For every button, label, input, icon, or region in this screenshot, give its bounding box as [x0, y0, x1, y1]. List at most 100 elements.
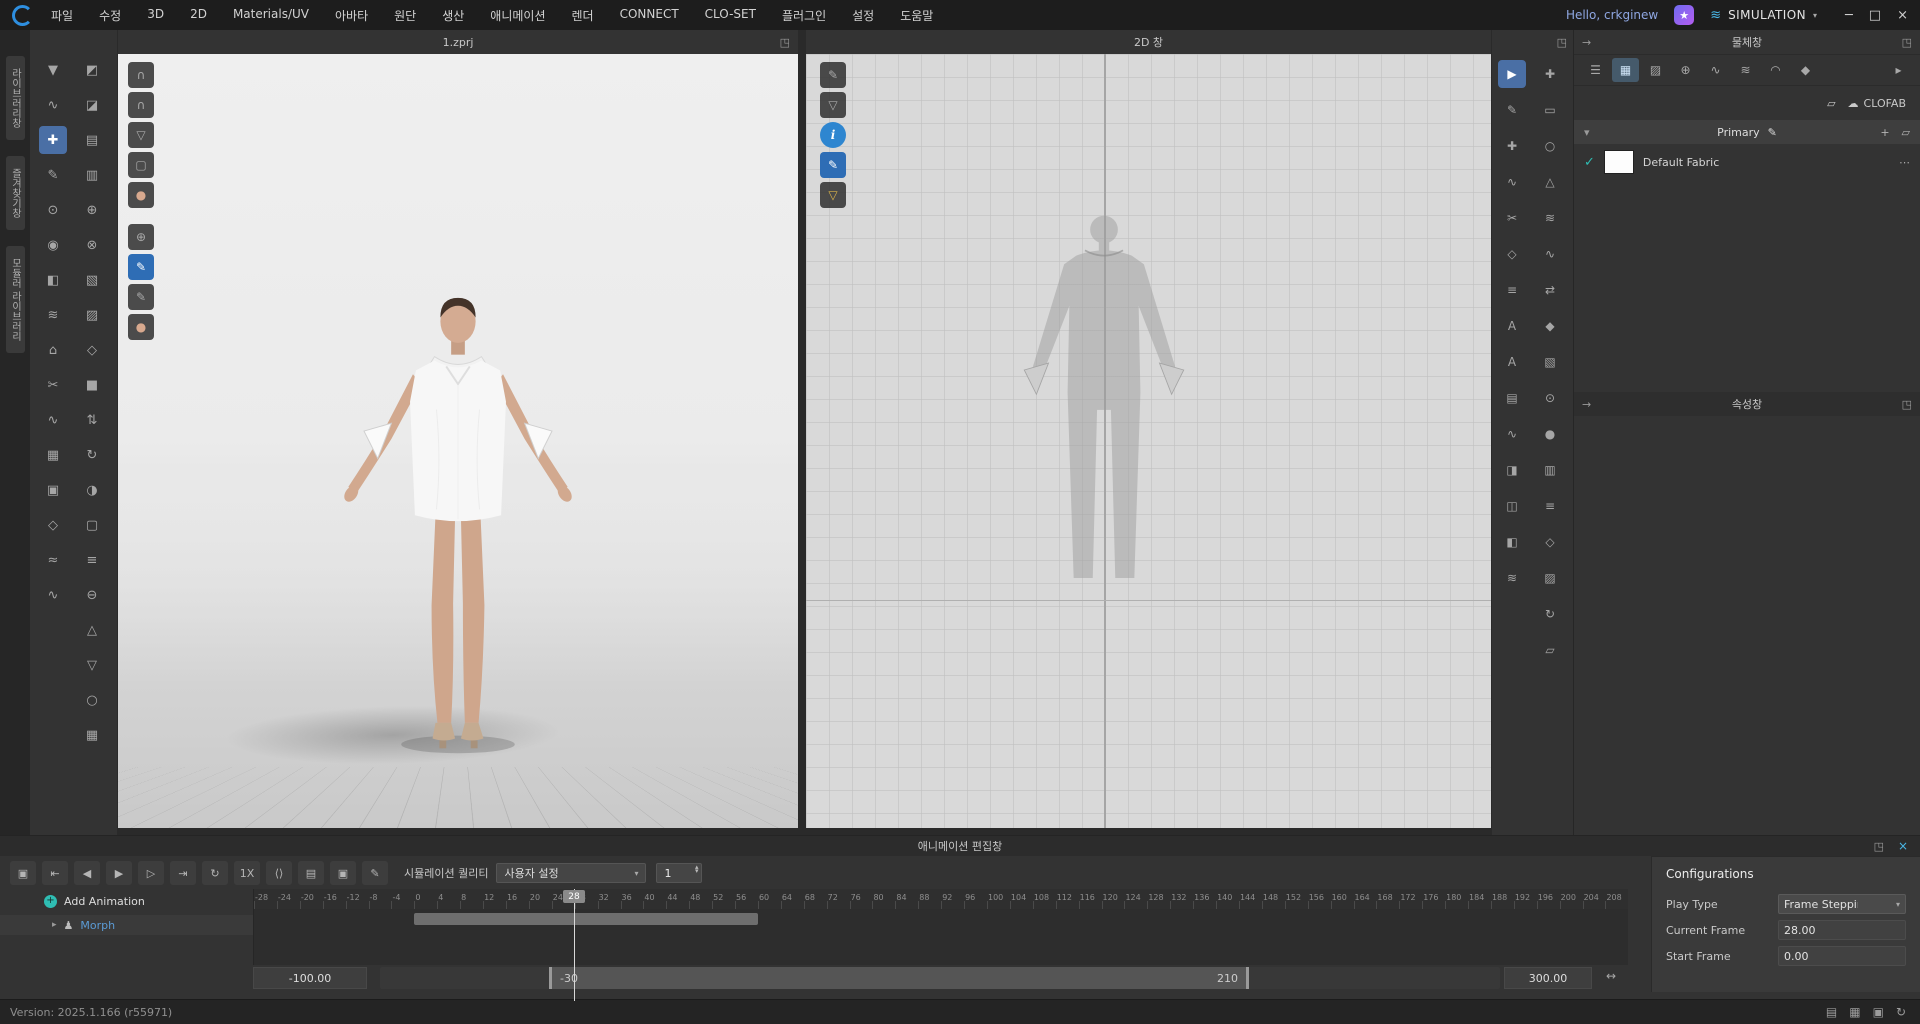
- timeline-range-track[interactable]: -30 210: [380, 967, 1500, 989]
- rect-pattern-icon[interactable]: ▭: [1536, 96, 1564, 124]
- pattern-text-icon[interactable]: A: [1498, 348, 1526, 376]
- layout-grid-icon[interactable]: ▦: [1849, 1005, 1860, 1019]
- timeline-ruler[interactable]: -28-24-20-16-12-8-4048121620242832364044…: [253, 889, 1628, 909]
- notch-tool-icon[interactable]: ≡: [1498, 276, 1526, 304]
- menu-item[interactable]: 설정: [852, 7, 874, 24]
- layer-view-icon[interactable]: ⇅: [78, 406, 106, 434]
- menu-item[interactable]: CLO-SET: [705, 7, 756, 24]
- range-max-input[interactable]: 300.00: [1504, 967, 1592, 989]
- minimize-button[interactable]: ─: [1845, 8, 1853, 23]
- repeat-icon[interactable]: ↻: [202, 861, 228, 885]
- fit-range-icon[interactable]: ↔: [1606, 969, 1616, 983]
- grid-view-icon[interactable]: ▦: [78, 721, 106, 749]
- text-editor-icon[interactable]: ▤: [1826, 1005, 1837, 1019]
- capture-image-icon[interactable]: ▤: [298, 861, 324, 885]
- mirror-tool-icon[interactable]: ◫: [1498, 492, 1526, 520]
- menu-item[interactable]: 애니메이션: [490, 7, 545, 24]
- start-frame-input[interactable]: 0.00: [1778, 946, 1906, 966]
- menu-item[interactable]: 원단: [394, 7, 416, 24]
- tape-icon[interactable]: ▱: [1536, 636, 1564, 664]
- dot-icon[interactable]: ●: [1536, 420, 1564, 448]
- snap-grid-icon[interactable]: ▣: [1873, 1005, 1884, 1019]
- triangle-view-icon[interactable]: △: [78, 616, 106, 644]
- steam-tool-icon[interactable]: ∿: [39, 581, 67, 609]
- stress-view-icon[interactable]: ⊗: [78, 231, 106, 259]
- go-to-end-icon[interactable]: ⇥: [170, 861, 196, 885]
- hanger-tool-icon[interactable]: ◇: [39, 511, 67, 539]
- dock-icon[interactable]: ◳: [780, 36, 790, 49]
- close-button[interactable]: ×: [1897, 8, 1908, 23]
- wrinkle-tool-icon[interactable]: ≈: [39, 546, 67, 574]
- add-animation-button[interactable]: + Add Animation: [0, 891, 253, 911]
- pen-tool-icon[interactable]: ✎: [39, 161, 67, 189]
- pin-tool-icon[interactable]: ⊙: [39, 196, 67, 224]
- more-options-icon[interactable]: ⋯: [1899, 156, 1910, 169]
- section-caret-icon[interactable]: ▾: [1584, 126, 1590, 139]
- lines-icon[interactable]: ≡: [1536, 492, 1564, 520]
- add-fabric-icon[interactable]: +: [1880, 126, 1889, 139]
- menu-item[interactable]: CONNECT: [620, 7, 679, 24]
- menu-item[interactable]: 수정: [99, 7, 121, 24]
- simulate-icon[interactable]: ▼: [39, 56, 67, 84]
- dart-tool-icon[interactable]: ◇: [1498, 240, 1526, 268]
- tack-tool-icon[interactable]: ◉: [39, 231, 67, 259]
- bag-tool-icon[interactable]: ▣: [39, 476, 67, 504]
- sync-icon[interactable]: ↻: [1896, 1005, 1906, 1019]
- collapse-arrow-icon[interactable]: →: [1582, 36, 1591, 49]
- edit-pattern-icon[interactable]: ✎: [1498, 96, 1526, 124]
- menu-item[interactable]: 도움말: [900, 7, 933, 24]
- scene-list-icon[interactable]: ☰: [1582, 58, 1609, 82]
- folder-icon[interactable]: ▱: [1902, 126, 1910, 139]
- menu-item[interactable]: Materials/UV: [233, 7, 309, 24]
- dock-tab[interactable]: 라이브러리창: [6, 56, 25, 140]
- text-tool-icon[interactable]: A: [1498, 312, 1526, 340]
- show-hat-icon[interactable]: ∩: [128, 62, 154, 88]
- close-icon[interactable]: ×: [1898, 839, 1908, 853]
- dock-tab[interactable]: 모듈러 라이브러리: [6, 246, 25, 353]
- list-view-icon[interactable]: ≡: [78, 546, 106, 574]
- record-animation-icon[interactable]: ▣: [10, 861, 36, 885]
- texture-tool-icon[interactable]: ▦: [39, 441, 67, 469]
- mesh-view-icon[interactable]: ▤: [78, 126, 106, 154]
- ai-assistant-icon[interactable]: ★: [1674, 5, 1694, 25]
- dock-icon[interactable]: ◳: [1902, 36, 1912, 49]
- menu-item[interactable]: 생산: [442, 7, 464, 24]
- avatar-pose-icon[interactable]: ∿: [39, 91, 67, 119]
- menu-item[interactable]: 3D: [147, 7, 164, 24]
- gold-garment-icon[interactable]: ▽: [820, 182, 846, 208]
- menu-item[interactable]: 아바타: [335, 7, 368, 24]
- thickness-view-icon[interactable]: ⊕: [78, 196, 106, 224]
- garment-outline-icon[interactable]: ▽: [820, 92, 846, 118]
- go-to-start-icon[interactable]: ⇤: [42, 861, 68, 885]
- avatar-body-icon[interactable]: ●: [128, 314, 154, 340]
- down-view-icon[interactable]: ▽: [78, 651, 106, 679]
- add-folder-icon[interactable]: ▱: [1827, 97, 1835, 110]
- substep-input[interactable]: 1 ▴ ▾: [656, 863, 702, 883]
- rotate-icon[interactable]: ↻: [1536, 600, 1564, 628]
- surface-view-icon[interactable]: ▥: [78, 161, 106, 189]
- seam-tool-icon[interactable]: ∿: [1498, 420, 1526, 448]
- paint-brush-icon[interactable]: ✎: [128, 254, 154, 280]
- menu-item[interactable]: 플러그인: [782, 7, 826, 24]
- fold-tool-icon[interactable]: ◧: [39, 266, 67, 294]
- seamline-icon[interactable]: ≋: [1536, 204, 1564, 232]
- target-icon[interactable]: ⊙: [1536, 384, 1564, 412]
- scroll-right-icon[interactable]: ▸: [1885, 58, 1912, 82]
- fabric-section-header[interactable]: ▾ Primary ✎ + ▱: [1574, 120, 1920, 144]
- collapse-arrow-icon[interactable]: →: [1582, 398, 1591, 411]
- transform-icon[interactable]: ✚: [1536, 60, 1564, 88]
- remove-view-icon[interactable]: ⊖: [78, 581, 106, 609]
- wind-tool-icon[interactable]: ≋: [39, 301, 67, 329]
- dock-icon[interactable]: ◳: [1874, 840, 1884, 853]
- world-sphere-icon[interactable]: ⊕: [128, 224, 154, 250]
- puckering-tab-icon[interactable]: ≋: [1732, 58, 1759, 82]
- fabric-list-item[interactable]: ✓ Default Fabric ⋯: [1574, 144, 1920, 180]
- gray-brush-icon[interactable]: ✎: [128, 284, 154, 310]
- fabric-tab-icon[interactable]: ▦: [1612, 58, 1639, 82]
- fabric-swatch[interactable]: [1604, 150, 1634, 174]
- info-icon[interactable]: i: [820, 122, 846, 148]
- fit-view-icon[interactable]: ▨: [78, 301, 106, 329]
- speed-button[interactable]: 1X: [234, 861, 260, 885]
- strain-view-icon[interactable]: ▧: [78, 266, 106, 294]
- dock-icon[interactable]: ◳: [1557, 36, 1567, 49]
